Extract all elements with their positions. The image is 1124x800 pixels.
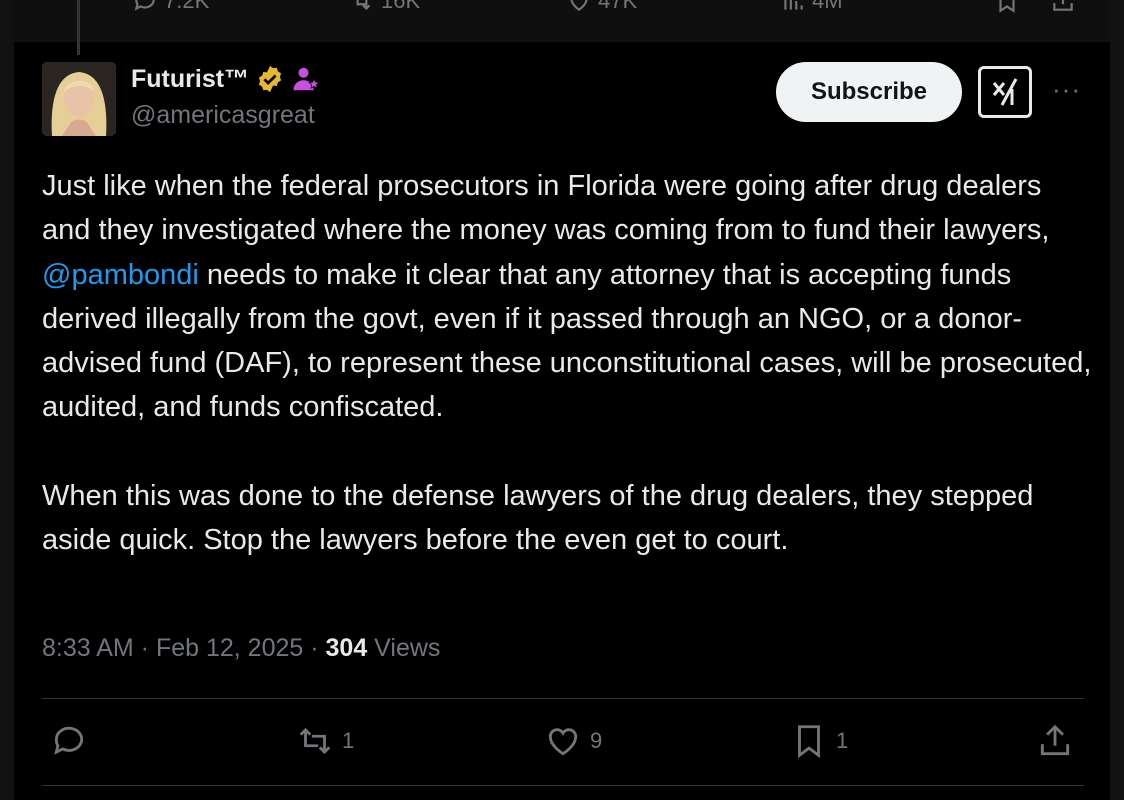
divider-top (42, 698, 1084, 699)
post-text: Just like when the federal prosecutors i… (42, 164, 1092, 562)
grok-button[interactable] (978, 66, 1032, 118)
previous-share-button[interactable] (1050, 0, 1076, 14)
previous-reply-button[interactable]: 7.2K (132, 0, 209, 14)
more-options-button[interactable]: ··· (1052, 74, 1081, 105)
previous-views-count: 4M (812, 0, 843, 13)
repost-count: 1 (342, 728, 355, 753)
reply-icon (54, 726, 84, 755)
verified-badge-icon[interactable] (255, 64, 285, 94)
views-label: Views (367, 634, 441, 662)
reply-icon (134, 0, 155, 11)
subscribe-button[interactable]: Subscribe (776, 62, 962, 122)
mention-link[interactable]: @pambondi (42, 259, 199, 291)
post-paragraph-2: When this was done to the defense lawyer… (42, 479, 1034, 557)
repost-button[interactable]: 1 (296, 722, 354, 760)
like-count: 9 (590, 728, 603, 753)
previous-like-count: 47K (598, 0, 638, 13)
post-paragraph-1: Just like when the federal prosecutors i… (42, 164, 1092, 430)
avatar-portrait (42, 62, 116, 136)
views-count: 304 (325, 634, 368, 662)
previous-reply-count: 7.2K (164, 0, 210, 13)
affiliate-person-icon[interactable] (291, 64, 321, 94)
heart-icon (548, 728, 578, 756)
author-avatar[interactable] (42, 62, 116, 136)
thread-connector-line (77, 0, 80, 55)
share-icon (1040, 724, 1070, 756)
right-frame (1110, 0, 1124, 800)
repost-icon (356, 0, 371, 11)
meta-separator: · (303, 634, 326, 662)
repost-icon (299, 727, 331, 755)
previous-post-action-bar: 7.2K 16K 47K 4M (14, 0, 1110, 42)
post-metadata: 8:33 AM · Feb 12, 2025 · 304 Views (42, 634, 440, 663)
grok-icon (992, 78, 1018, 106)
post-date[interactable]: Feb 12, 2025 (156, 634, 303, 662)
author-name-row: Futurist™ (131, 64, 321, 94)
bookmark-button[interactable]: 1 (790, 722, 848, 760)
bookmark-count: 1 (836, 728, 849, 753)
bookmark-icon (798, 725, 820, 759)
divider-bottom (42, 785, 1084, 786)
author-display-name[interactable]: Futurist™ (131, 65, 249, 94)
like-button[interactable]: 9 (544, 722, 602, 760)
author-handle[interactable]: @americasgreat (131, 101, 315, 130)
previous-repost-count: 16K (381, 0, 421, 13)
left-frame (0, 0, 14, 800)
heart-icon (570, 0, 588, 11)
previous-views-button[interactable]: 4M (780, 0, 843, 14)
previous-repost-button[interactable]: 16K (349, 0, 420, 14)
views-icon (784, 0, 803, 10)
share-icon (1053, 0, 1073, 11)
post-time[interactable]: 8:33 AM (42, 634, 134, 662)
bookmark-icon (999, 0, 1015, 13)
previous-like-button[interactable]: 47K (566, 0, 637, 14)
reply-button[interactable] (50, 722, 96, 760)
meta-separator: · (133, 634, 156, 662)
previous-bookmark-button[interactable] (994, 0, 1020, 14)
post-text-segment: needs to make it clear that any attorney… (42, 258, 1092, 424)
share-button[interactable] (1036, 722, 1074, 760)
post-text-segment: Just like when the federal prosecutors i… (42, 170, 1050, 247)
